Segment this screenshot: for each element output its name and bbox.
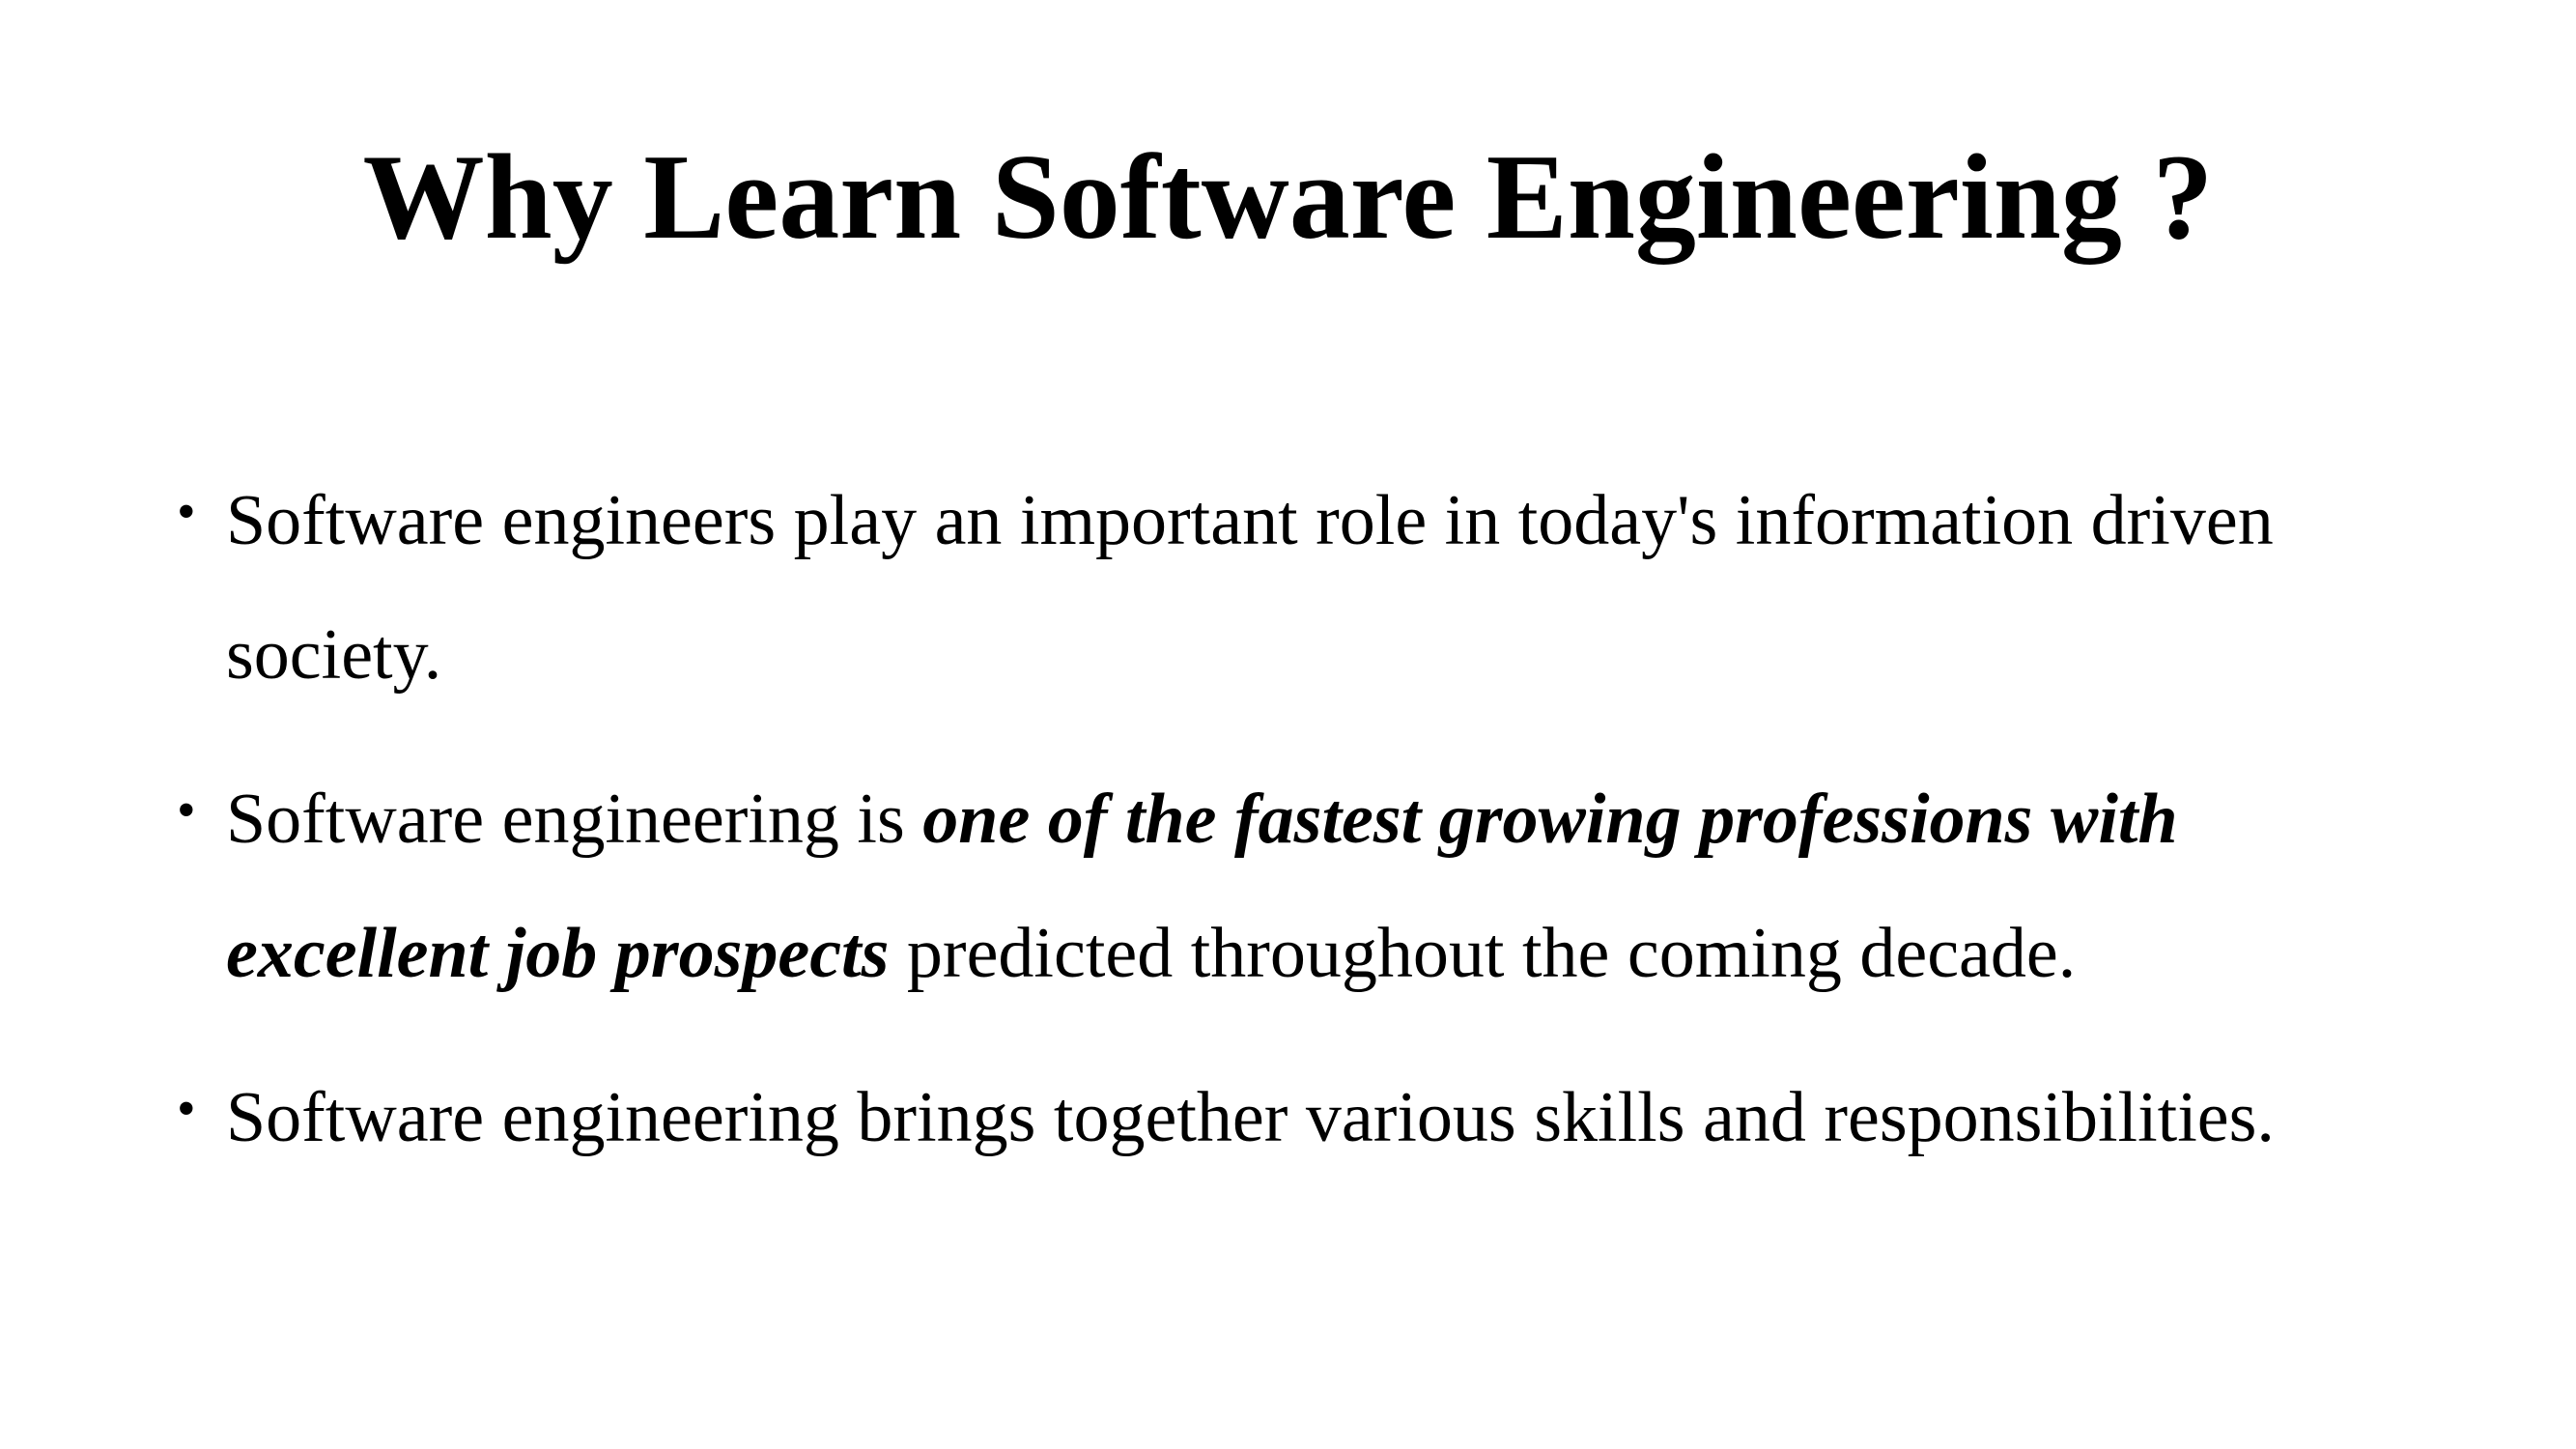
bullet-list: • Software engineers play an important r… (170, 454, 2430, 1215)
bullet-icon: • (177, 781, 196, 840)
bullet-item: • Software engineers play an important r… (170, 454, 2430, 723)
bullet-icon: • (177, 1079, 196, 1139)
bullet-icon: • (177, 482, 196, 542)
bullet-text: Software engineering brings together var… (226, 1078, 2275, 1157)
bullet-text-after: predicted throughout the coming decade. (889, 914, 2077, 993)
bullet-item: • Software engineering is one of the fas… (170, 753, 2430, 1021)
bullet-text: Software engineers play an important rol… (226, 481, 2274, 695)
bullet-item: • Software engineering brings together v… (170, 1051, 2430, 1185)
bullet-text-before: Software engineering is (226, 780, 923, 859)
slide-title: Why Learn Software Engineering ? (362, 130, 2214, 265)
slide: Why Learn Software Engineering ? • Softw… (0, 0, 2576, 1449)
